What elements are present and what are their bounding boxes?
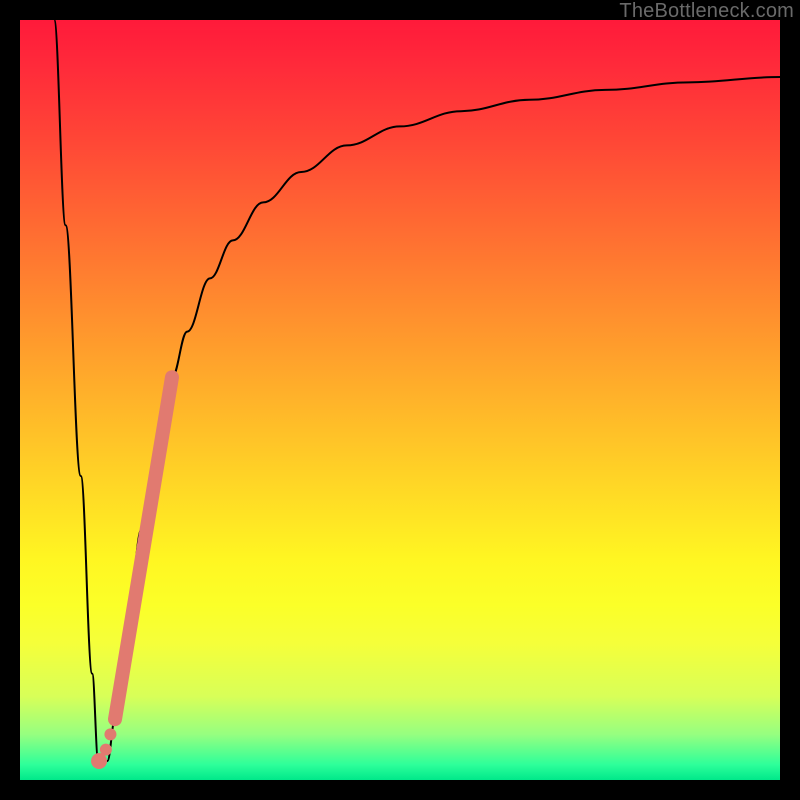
highlight-dot [100,744,112,756]
chart-svg [20,20,780,780]
highlight-layer [91,377,172,769]
highlight-dot [104,728,116,740]
watermark-text: TheBottleneck.com [619,0,794,23]
highlight-segment [115,377,172,719]
plot-area [20,20,780,780]
chart-container: TheBottleneck.com [0,0,800,800]
